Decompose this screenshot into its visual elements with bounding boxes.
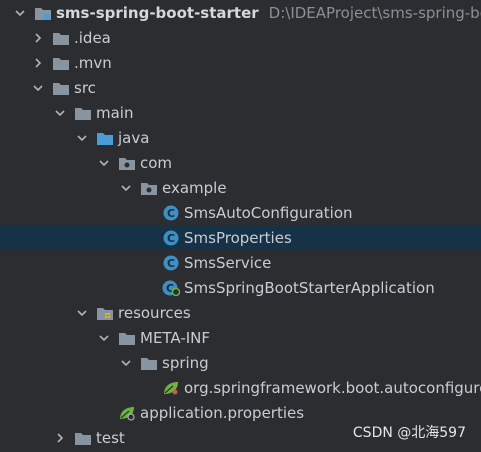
folder-icon <box>74 430 92 446</box>
tree-row-smsautoconfiguration[interactable]: C SmsAutoConfiguration <box>0 200 481 225</box>
tree-item-label: application.properties <box>140 403 305 422</box>
tree-row-smsspringbootstarterapplication[interactable]: C SmsSpringBootStarterApplication <box>0 275 481 300</box>
tree-row-mvn[interactable]: .mvn <box>0 50 481 75</box>
folder-icon <box>52 80 70 96</box>
chevron-down-icon[interactable] <box>74 305 90 321</box>
chevron-down-icon[interactable] <box>74 130 90 146</box>
tree-item-label: com <box>140 153 173 172</box>
tree-item-label: main <box>96 103 134 122</box>
tree-item-label: SmsAutoConfiguration <box>184 203 353 222</box>
chevron-down-icon[interactable] <box>12 5 28 21</box>
spring-boot-app-icon: C <box>162 280 180 296</box>
tree-item-label: src <box>74 78 96 97</box>
package-icon <box>140 180 158 196</box>
tree-row-example[interactable]: example <box>0 175 481 200</box>
chevron-down-icon[interactable] <box>52 105 68 121</box>
spring-file-icon <box>162 380 180 396</box>
tree-row-src[interactable]: src <box>0 75 481 100</box>
folder-icon <box>118 330 136 346</box>
chevron-down-icon[interactable] <box>96 155 112 171</box>
tree-item-label: java <box>118 128 150 147</box>
folder-icon <box>74 105 92 121</box>
chevron-down-icon[interactable] <box>30 80 46 96</box>
tree-item-label: spring <box>162 353 209 372</box>
class-icon: C <box>162 230 180 246</box>
tree-item-label: SmsSpringBootStarterApplication <box>184 278 435 297</box>
tree-row-smsservice[interactable]: C SmsService <box>0 250 481 275</box>
package-icon <box>118 155 136 171</box>
module-name: sms-spring-boot-starter <box>56 3 259 22</box>
tree-row-autoconfiguration-imports[interactable]: org.springframework.boot.autoconfigure.A… <box>0 375 481 400</box>
tree-row-main[interactable]: main <box>0 100 481 125</box>
chevron-right-icon[interactable] <box>30 30 46 46</box>
tree-item-label: org.springframework.boot.autoconfigure.A… <box>184 378 481 397</box>
chevron-right-icon[interactable] <box>30 55 46 71</box>
tree-row-module[interactable]: sms-spring-boot-starter D:\IDEAProject\s… <box>0 0 481 25</box>
tree-item-label: .idea <box>74 28 111 47</box>
chevron-right-icon[interactable] <box>52 430 68 446</box>
svg-text:C: C <box>167 207 175 220</box>
class-icon: C <box>162 255 180 271</box>
spring-properties-icon <box>118 405 136 421</box>
chevron-down-icon[interactable] <box>118 355 134 371</box>
class-icon: C <box>162 205 180 221</box>
tree-item-label: example <box>162 178 227 197</box>
tree-item-label: .mvn <box>74 53 112 72</box>
csdn-watermark: CSDN @北海597 <box>352 425 466 441</box>
tree-item-label: SmsProperties <box>184 228 292 247</box>
svg-text:C: C <box>167 232 175 245</box>
tree-row-meta-inf[interactable]: META-INF <box>0 325 481 350</box>
tree-item-label: META-INF <box>140 328 211 347</box>
module-folder-icon <box>34 5 52 21</box>
folder-icon <box>52 55 70 71</box>
source-folder-icon <box>96 130 114 146</box>
resources-folder-icon <box>96 305 114 321</box>
chevron-down-icon[interactable] <box>96 330 112 346</box>
tree-row-resources[interactable]: resources <box>0 300 481 325</box>
tree-item-label: resources <box>118 303 191 322</box>
svg-text:C: C <box>167 257 175 270</box>
tree-row-smsproperties[interactable]: C SmsProperties <box>0 225 481 250</box>
tree-row-java[interactable]: java <box>0 125 481 150</box>
tree-item-label: SmsService <box>184 253 272 272</box>
tree-item-label: test <box>96 428 125 447</box>
project-tree: sms-spring-boot-starter D:\IDEAProject\s… <box>0 0 481 452</box>
folder-icon <box>52 30 70 46</box>
chevron-down-icon[interactable] <box>118 180 134 196</box>
tree-row-com[interactable]: com <box>0 150 481 175</box>
module-path: D:\IDEAProject\sms-spring-boot <box>268 3 481 22</box>
tree-row-idea[interactable]: .idea <box>0 25 481 50</box>
tree-row-spring[interactable]: spring <box>0 350 481 375</box>
folder-icon <box>140 355 158 371</box>
